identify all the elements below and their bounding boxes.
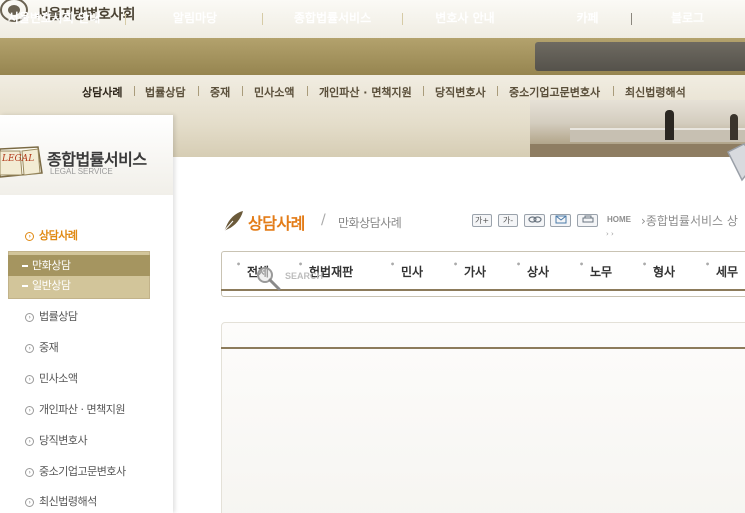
tab-civil[interactable]: • 민사 [390,260,424,280]
breadcrumb-arrows: › › [606,230,614,238]
nav-legal-service[interactable]: 종합법률서비스 [285,0,380,37]
tab-label: 상사 [527,265,550,279]
list-header-line [221,347,745,349]
sidebar-item-latest-law[interactable]: › 최신법령해석 [25,493,97,509]
tab-label: 형사 [653,265,676,279]
subnav-latest-law[interactable]: 최신법령해석 [625,84,686,100]
breadcrumb-text: 종합법률서비스 상 [645,214,738,228]
chevron-right-icon: › [25,231,34,241]
chevron-right-icon: › [25,312,34,322]
mail-icon[interactable] [550,214,571,227]
page-title: 상담사례 [248,214,305,233]
subnav-separator [423,86,424,96]
subnav-separator [198,86,199,96]
legal-book-icon: LEGAL [0,146,43,178]
subnav-legal-consult[interactable]: 법률상담 [145,84,185,100]
chevron-right-icon: › [25,374,34,384]
subnav-separator [307,86,308,96]
sidebar-item-label: 법률상담 [39,310,78,323]
sidebar-item-label: 최신법령해석 [39,495,97,508]
chevron-right-icon: › [25,497,34,507]
sidebar-sub-label: 일반상담 [32,279,71,292]
svg-text:LEGAL: LEGAL [1,154,34,164]
link-icon[interactable] [524,214,545,227]
title-divider: / [321,212,326,228]
sidebar-item-legal-consult[interactable]: › 법률상담 [25,308,78,324]
print-icon[interactable] [577,214,598,227]
chevron-right-icon: › [25,467,34,477]
sidebar-item-bankruptcy[interactable]: › 개인파산 · 면책지원 [25,401,125,417]
tab-label: 민사 [401,265,424,279]
sidebar-item-duty-lawyer[interactable]: › 당직변호사 [25,432,88,448]
subnav-separator [497,86,498,96]
nav-separator [262,13,263,25]
chevron-right-icon: › [25,405,34,415]
nav-lawyer[interactable]: 변호사 안내 [430,0,500,37]
subnav-separator [613,86,614,96]
breadcrumb-home[interactable]: HOME [607,215,631,224]
dash-icon [22,265,28,267]
subnav-duty-lawyer[interactable]: 당직변호사 [435,84,486,100]
chevron-right-icon: › [25,436,34,446]
font-decrease-button[interactable]: 가- [498,214,518,227]
tab-criminal[interactable]: • 형사 [642,260,676,280]
office-photo [530,100,745,157]
nav-separator [125,13,126,25]
subnav-arbitration[interactable]: 중재 [210,84,230,100]
case-list-panel [221,322,745,513]
sidebar-item-label: 민사소액 [39,372,78,385]
chevron-right-icon: › [25,343,34,353]
subnav-separator [242,86,243,96]
sidebar-item-label: 중소기업고문변호사 [39,465,126,478]
sidebar-sub-comic[interactable]: 만화상담 [8,255,150,276]
nav-separator [631,13,632,25]
nav-blog[interactable]: 블로그 [660,0,715,37]
sidebar-item-cases[interactable]: › 상담사례 [25,227,78,243]
subnav-separator [134,86,135,96]
nav-cafe-blog-area [535,42,745,71]
page-subtitle: 만화상담사례 [338,216,402,230]
subnav-bankruptcy[interactable]: 개인파산 · 면책지원 [319,84,412,100]
quill-pen-icon [223,211,243,232]
tab-label: 세무 [716,265,739,279]
sidebar-item-label: 중재 [39,341,59,354]
sidebar-subtitle: LEGAL SERVICE [50,167,113,176]
font-increase-button[interactable]: 가+ [472,214,492,227]
sidebar-item-sme-counsel[interactable]: › 중소기업고문변호사 [25,463,126,479]
sidebar-item-label: 개인파산 · 면책지원 [39,403,125,416]
sidebar-sub-label: 만화상담 [32,259,71,272]
nav-separator [402,13,403,25]
sidebar-item-label: 상담사례 [39,229,78,242]
tab-labor[interactable]: • 노무 [579,260,613,280]
sidebar-item-small-claims[interactable]: › 민사소액 [25,370,78,386]
tab-label: 가사 [464,265,487,279]
nav-cafe[interactable]: 카페 [560,0,615,37]
subnav-sme-counsel[interactable]: 중소기업고문변호사 [509,84,600,100]
subnav-cases[interactable]: 상담사례 [82,84,122,100]
sidebar-sub-general[interactable]: 일반상담 [8,275,150,296]
subnav-small-claims[interactable]: 민사소액 [254,84,294,100]
tab-family[interactable]: • 가사 [453,260,487,280]
tab-label: 노무 [590,265,613,279]
tab-commercial[interactable]: • 상사 [516,260,550,280]
dash-icon [22,285,28,287]
sidebar-item-arbitration[interactable]: › 중재 [25,339,59,355]
tab-tax[interactable]: • 세무 [705,260,739,280]
nav-seoul-bar[interactable]: 서울변호사회 안내 [0,0,108,37]
decorative-ribbon-icon [726,143,745,182]
sidebar-item-label: 당직변호사 [39,434,88,447]
breadcrumb: ›종합법률서비스 상 [641,214,738,228]
search-label: SEARCH [285,271,324,281]
nav-notice[interactable]: 알림마당 [160,0,230,37]
